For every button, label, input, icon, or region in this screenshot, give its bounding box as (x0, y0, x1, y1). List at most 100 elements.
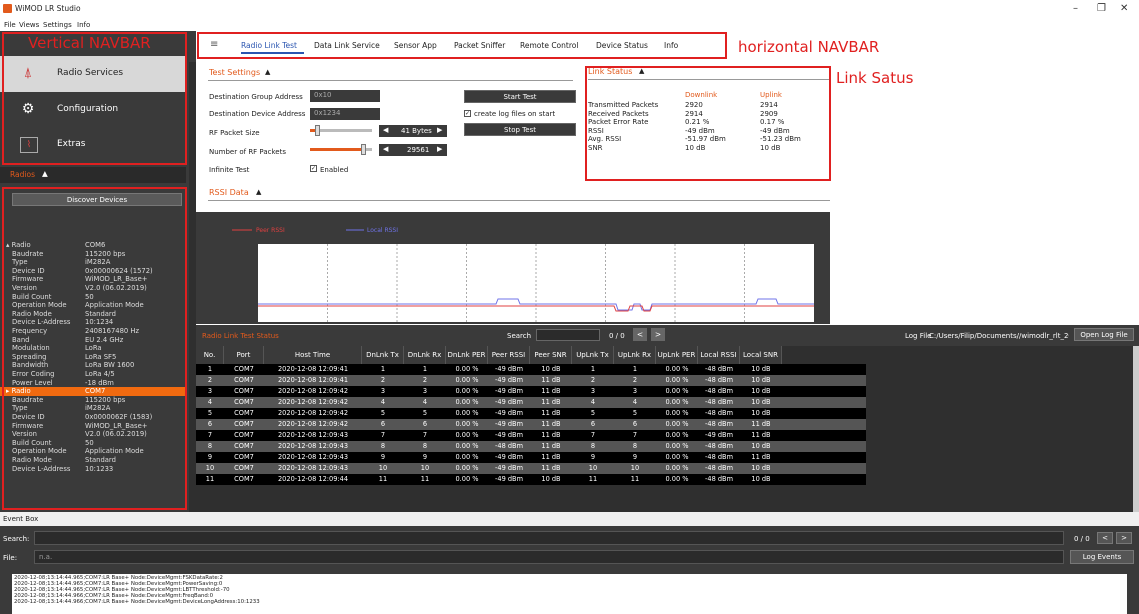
property-key: Firmware (12, 421, 44, 430)
num-packets-slider[interactable] (310, 144, 372, 155)
menu-views[interactable]: Views (19, 21, 39, 29)
infinite-checkbox[interactable]: ✓ (310, 165, 317, 172)
radios-header[interactable]: Radios ▲ (0, 167, 186, 183)
table-row[interactable]: 4 COM7 2020-12-08 12:09:42 4 4 0.00 % -49 dBm 1… (196, 397, 866, 408)
event-file-field[interactable]: n.a. (34, 550, 1064, 564)
collapse-up-icon[interactable]: ▲ (42, 169, 48, 178)
tab-device-status[interactable]: Device Status (596, 41, 648, 50)
column-header[interactable]: DnLnk Rx (404, 346, 446, 364)
collapse-up-icon[interactable]: ▲ (265, 68, 270, 76)
radio-property: Baudrate 115200 bps (0, 250, 186, 259)
menu-settings[interactable]: Settings (43, 21, 72, 29)
table-cell: -48 dBm (705, 398, 733, 406)
radio-node[interactable]: ▸ Radio COM7 (0, 387, 186, 396)
create-log-checkbox[interactable]: ✓ (464, 110, 471, 117)
event-next-button[interactable]: > (1116, 532, 1132, 544)
radio-property: Version V2.0 (06.02.2019) (0, 284, 186, 293)
table-cell: -49 dBm (495, 365, 523, 373)
tab-info[interactable]: Info (664, 41, 678, 50)
log-events-button[interactable]: Log Events (1070, 550, 1134, 564)
table-scrollbar[interactable] (1133, 346, 1139, 512)
column-header[interactable]: Peer SNR (530, 346, 572, 364)
column-header[interactable]: Local SNR (740, 346, 782, 364)
table-row[interactable]: 7 COM7 2020-12-08 12:09:43 7 7 0.00 % -49 dBm 1… (196, 430, 866, 441)
table-cell: 0.00 % (665, 387, 689, 395)
rssi-chart-svg: Peer RSSI Local RSSI (232, 227, 814, 322)
table-row[interactable]: 10 COM7 2020-12-08 12:09:43 10 10 0.00 % -49 d… (196, 463, 866, 474)
column-header[interactable]: Host Time (264, 346, 362, 364)
event-search-input[interactable] (34, 531, 1064, 545)
num-packets-value: 29561 (407, 146, 430, 154)
stop-test-button[interactable]: Stop Test (464, 123, 576, 136)
left-arrow-icon[interactable]: ◀ (383, 126, 388, 134)
column-header[interactable]: Peer RSSI (488, 346, 530, 364)
open-log-file-button[interactable]: Open Log File (1074, 328, 1134, 341)
table-row[interactable]: 9 COM7 2020-12-08 12:09:43 9 9 0.00 % -49 dBm 1… (196, 452, 866, 463)
num-packets-spinner[interactable]: ◀ 29561 ▶ (379, 144, 447, 156)
menu-info[interactable]: Info (77, 21, 90, 29)
start-test-button[interactable]: Start Test (464, 90, 576, 103)
nav-configuration[interactable]: ⚙ Configuration (0, 92, 186, 128)
right-arrow-icon[interactable]: ▶ (437, 145, 442, 153)
event-prev-button[interactable]: < (1097, 532, 1113, 544)
nav-scrollbar[interactable] (189, 62, 196, 543)
discover-devices-button[interactable]: Discover Devices (12, 193, 182, 206)
table-row[interactable]: 5 COM7 2020-12-08 12:09:42 5 5 0.00 % -49 dBm 1… (196, 408, 866, 419)
tab-radio-link-test[interactable]: Radio Link Test (241, 41, 297, 50)
table-cell: 11 (588, 475, 598, 483)
prev-button[interactable]: < (633, 328, 647, 341)
table-cell: 0.00 % (455, 431, 479, 439)
column-header[interactable]: UpLnk Rx (614, 346, 656, 364)
packet-size-spinner[interactable]: ◀ 41 Bytes ▶ (379, 125, 447, 137)
menu-file[interactable]: File (4, 21, 16, 29)
column-header[interactable]: Local RSSI (698, 346, 740, 364)
slider-handle[interactable] (360, 144, 366, 155)
table-cell: 10 (205, 464, 215, 472)
nav-extras[interactable]: ⌇ Extras (0, 127, 186, 163)
annotation-vertical-label: Vertical NAVBAR (28, 34, 151, 52)
table-row[interactable]: 1 COM7 2020-12-08 12:09:41 1 1 0.00 % -49 dBm 1… (196, 364, 866, 375)
table-row[interactable]: 8 COM7 2020-12-08 12:09:43 8 8 0.00 % -48 dBm 1… (196, 441, 866, 452)
log-file-path: C:/Users/Filip/Documents//wimodlr_rlt_20… (929, 332, 1069, 340)
nav-radio-services[interactable]: ⍋ Radio Services (0, 56, 186, 92)
property-value: V2.0 (06.02.2019) (85, 284, 147, 292)
dest-device-field[interactable]: 0x1234 (310, 108, 380, 120)
search-input[interactable] (536, 329, 600, 341)
minimize-button[interactable]: – (1073, 3, 1078, 14)
column-header[interactable]: No. (196, 346, 224, 364)
table-cell: 3 (207, 387, 213, 395)
table-cell: COM7 (234, 431, 254, 439)
maximize-button[interactable]: ❐ (1097, 3, 1106, 14)
radio-node[interactable]: ▴ Radio COM6 (0, 241, 186, 250)
link-stat-uplink: -49 dBm (760, 126, 790, 135)
next-button[interactable]: > (651, 328, 665, 341)
slider-fill (310, 148, 363, 151)
table-row[interactable]: 11 COM7 2020-12-08 12:09:44 11 11 0.00 % -49 d… (196, 474, 866, 485)
column-header[interactable]: UpLnk Tx (572, 346, 614, 364)
column-header[interactable]: DnLnk PER (446, 346, 488, 364)
table-row[interactable]: 6 COM7 2020-12-08 12:09:42 6 6 0.00 % -49 dBm 1… (196, 419, 866, 430)
dest-group-field[interactable]: 0x10 (310, 90, 380, 102)
enabled-label: Enabled (320, 166, 349, 174)
column-header[interactable]: DnLnk Tx (362, 346, 404, 364)
tab-packet-sniffer[interactable]: Packet Sniffer (454, 41, 505, 50)
table-row[interactable]: 3 COM7 2020-12-08 12:09:42 3 3 0.00 % -49 dBm 1… (196, 386, 866, 397)
collapse-up-icon[interactable]: ▲ (639, 67, 644, 75)
column-header[interactable]: Port (224, 346, 264, 364)
left-arrow-icon[interactable]: ◀ (383, 145, 388, 153)
tab-remote-control[interactable]: Remote Control (520, 41, 578, 50)
hamburger-menu-icon[interactable]: ≡ (210, 39, 218, 50)
collapse-up-icon[interactable]: ▲ (256, 188, 261, 196)
slider-handle[interactable] (315, 125, 321, 136)
right-arrow-icon[interactable]: ▶ (437, 126, 442, 134)
column-header[interactable]: UpLnk PER (656, 346, 698, 364)
table-row[interactable]: 2 COM7 2020-12-08 12:09:41 2 2 0.00 % -49 dBm 1… (196, 375, 866, 386)
nav-label: Extras (57, 139, 86, 149)
table-cell: 11 dB (541, 420, 561, 428)
packet-size-slider[interactable] (310, 125, 372, 136)
table-cell: 2020-12-08 12:09:42 (277, 409, 349, 417)
table-cell: 2020-12-08 12:09:43 (277, 431, 349, 439)
tab-data-link-service[interactable]: Data Link Service (314, 41, 380, 50)
tab-sensor-app[interactable]: Sensor App (394, 41, 437, 50)
close-button[interactable]: ✕ (1120, 3, 1128, 14)
